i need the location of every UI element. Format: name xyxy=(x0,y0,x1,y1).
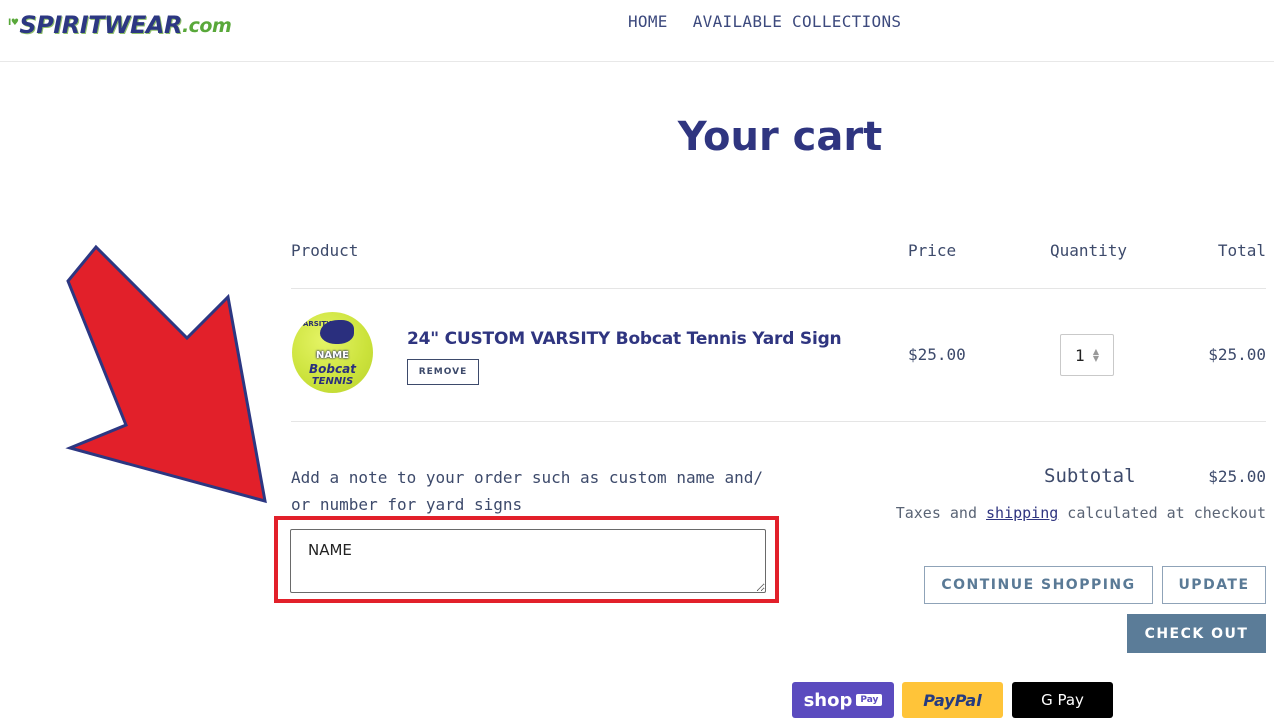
quantity-value: 1 xyxy=(1075,345,1085,365)
main-nav: HOME AVAILABLE COLLECTIONS xyxy=(628,12,901,31)
order-note-textarea[interactable]: NAME xyxy=(290,529,766,593)
continue-shopping-button[interactable]: CONTINUE SHOPPING xyxy=(924,566,1153,604)
update-button[interactable]: UPDATE xyxy=(1162,566,1266,604)
tax-note-prefix: Taxes and xyxy=(895,504,987,522)
logo-main-text: SPIRITWEAR xyxy=(19,11,182,39)
item-price: $25.00 xyxy=(908,345,966,364)
nav-home-link[interactable]: HOME xyxy=(628,12,668,31)
order-note-label: Add a note to your order such as custom … xyxy=(291,468,764,514)
paypal-button[interactable]: PayPal xyxy=(902,682,1003,718)
logo-prefix: I♥ xyxy=(8,18,19,28)
table-divider-bottom xyxy=(291,421,1266,422)
checkout-button[interactable]: CHECK OUT xyxy=(1127,614,1266,653)
subtotal-value: $25.00 xyxy=(1208,467,1266,486)
subtotal-label: Subtotal xyxy=(1044,465,1136,487)
price-column-header: Price xyxy=(908,241,957,260)
nav-collections-link[interactable]: AVAILABLE COLLECTIONS xyxy=(693,12,902,31)
shop-pay-button[interactable]: shop Pay xyxy=(792,682,894,718)
product-title-link[interactable]: 24" CUSTOM VARSITY Bobcat Tennis Yard Si… xyxy=(407,329,842,349)
paypal-text: PayPal xyxy=(923,690,982,710)
google-pay-button[interactable]: G Pay xyxy=(1012,682,1113,718)
quantity-column-header: Quantity xyxy=(1050,241,1128,260)
tax-note-suffix: calculated at checkout xyxy=(1058,504,1266,522)
header-divider xyxy=(0,61,1274,62)
gpay-text: G Pay xyxy=(1041,691,1084,709)
page-title: Your cart xyxy=(677,114,883,160)
shop-pay-text: shop xyxy=(803,689,853,711)
remove-item-button[interactable]: REMOVE xyxy=(407,359,479,385)
quantity-input[interactable]: 1 ▲ ▼ xyxy=(1060,334,1114,376)
table-divider xyxy=(291,288,1266,289)
logo-suffix: .com xyxy=(181,15,232,37)
quantity-stepper-icon[interactable]: ▲ ▼ xyxy=(1091,348,1101,363)
red-arrow-annotation xyxy=(65,244,267,504)
shipping-link[interactable]: shipping xyxy=(986,504,1058,522)
shop-pay-badge: Pay xyxy=(856,694,883,706)
total-column-header: Total xyxy=(1217,241,1266,260)
item-line-total: $25.00 xyxy=(1208,345,1266,364)
site-logo[interactable]: I♥ SPIRITWEAR .com xyxy=(8,8,232,39)
tax-note: Taxes and shipping calculated at checkou… xyxy=(896,504,1266,522)
